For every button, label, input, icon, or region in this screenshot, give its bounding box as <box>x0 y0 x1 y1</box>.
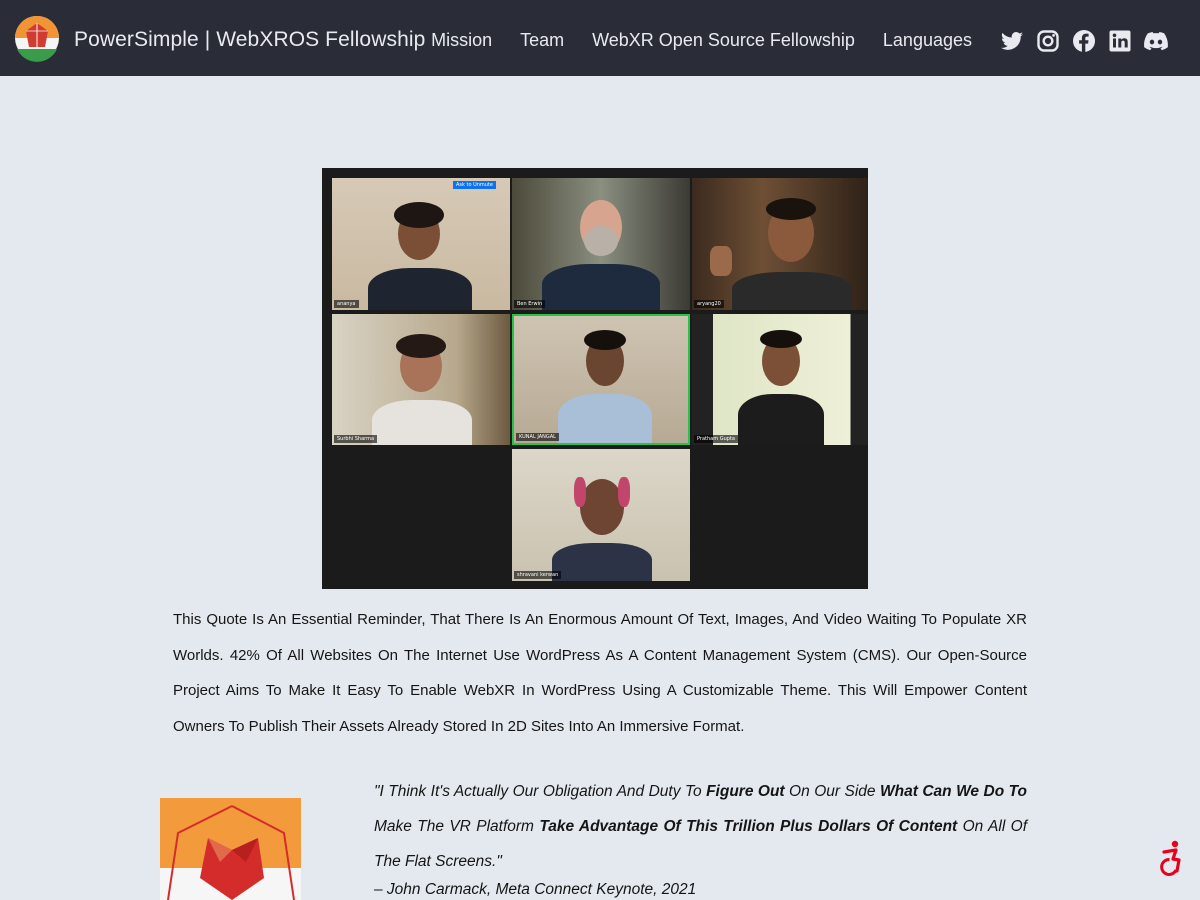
facebook-icon[interactable] <box>1072 29 1096 53</box>
webxr-logo-image <box>160 798 301 900</box>
discord-icon[interactable] <box>1144 29 1168 53</box>
participant-name: ananya <box>334 300 359 308</box>
ask-to-unmute-badge: Ask to Unmute <box>452 181 496 189</box>
quote-text: Make The VR Platform <box>374 818 540 835</box>
powersimple-logo[interactable] <box>14 9 60 67</box>
nav-fellowship[interactable]: WebXR Open Source Fellowship <box>592 30 855 51</box>
twitter-icon[interactable] <box>1000 29 1024 53</box>
participant-tile: KUNAL JANGAL <box>512 314 690 445</box>
instagram-icon[interactable] <box>1036 29 1060 53</box>
nav-mission[interactable]: Mission <box>431 30 492 51</box>
participant-name: shravani kerwan <box>514 571 562 579</box>
quote-attribution: – John Carmack, Meta Connect Keynote, 20… <box>374 881 697 898</box>
quote-emphasis: Take Advantage Of This Trillion Plus Dol… <box>539 818 958 835</box>
quote-emphasis: Figure Out <box>706 783 785 800</box>
quote-emphasis: What Can We Do To <box>879 783 1027 800</box>
participant-name: Pratham Gupta <box>694 435 738 443</box>
accessibility-icon[interactable] <box>1158 840 1184 876</box>
participant-name: KUNAL JANGAL <box>516 433 559 441</box>
fellowship-video-call-photo: Ask to Unmute ananya Ben Erwin aryang20 … <box>322 168 868 589</box>
participant-tile: aryang20 <box>692 178 868 310</box>
linkedin-icon[interactable] <box>1108 29 1132 53</box>
participant-tile: Ask to Unmute ananya <box>332 178 510 310</box>
brand-title[interactable]: PowerSimple | WebXROS Fellowship <box>74 28 425 52</box>
intro-paragraph: This Quote Is An Essential Reminder, Tha… <box>173 611 1027 735</box>
quote-text: On Our Side <box>784 783 880 800</box>
main-nav: Mission Team WebXR Open Source Fellowshi… <box>431 30 972 51</box>
participant-tile: Pratham Gupta <box>692 314 868 445</box>
carmack-quote: "I Think It's Actually Our Obligation An… <box>374 774 1027 879</box>
navbar: PowerSimple | WebXROS Fellowship Mission… <box>0 0 1200 76</box>
social-links <box>1000 29 1168 53</box>
participant-name: Ben Erwin <box>514 300 546 308</box>
quote-text: "I Think It's Actually Our Obligation An… <box>374 783 707 800</box>
participant-name: aryang20 <box>694 300 724 308</box>
participant-tile: shravani kerwan <box>512 449 690 581</box>
participant-tile: Ben Erwin <box>512 178 690 310</box>
nav-team[interactable]: Team <box>520 30 564 51</box>
nav-languages[interactable]: Languages <box>883 30 972 51</box>
participant-tile: Surbhi Sharma <box>332 314 510 445</box>
participant-name: Surbhi Sharma <box>334 435 378 443</box>
